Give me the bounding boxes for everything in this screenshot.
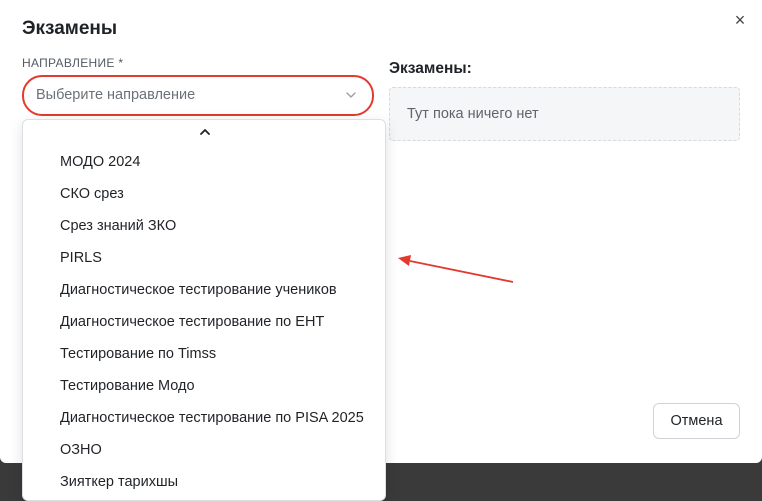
dropdown-option[interactable]: Тестирование Модо [23,370,385,402]
chevron-down-icon [346,92,356,98]
dropdown-option[interactable]: МОДО 2024 [23,146,385,178]
dropdown-option[interactable]: Диагностическое тестирование по ЕНТ [23,306,385,338]
exams-section-title: Экзамены: [389,60,472,77]
dropdown-option[interactable]: Тестирование по Timss [23,338,385,370]
dropdown-option[interactable]: PIRLS [23,242,385,274]
exams-empty-state: Тут пока ничего нет [389,87,740,141]
dropdown-option[interactable]: СКО срез [23,178,385,210]
dropdown-option[interactable]: Диагностическое тестирование по PISA 202… [23,402,385,434]
dropdown-option[interactable]: ОЗНО [23,434,385,466]
cancel-button[interactable]: Отмена [653,403,740,439]
exams-empty-text: Тут пока ничего нет [407,106,539,122]
modal-title: Экзамены [22,18,118,39]
direction-label: НАПРАВЛЕНИЕ * [22,56,124,70]
direction-select[interactable]: Выберите направление [22,75,374,116]
close-icon: × [734,10,746,30]
close-button[interactable]: × [730,10,750,30]
dropdown-option[interactable]: Срез знаний ЗКО [23,210,385,242]
direction-dropdown: МОДО 2024 СКО срез Срез знаний ЗКО PIRLS… [22,119,386,501]
chevron-up-icon[interactable] [197,126,213,138]
dropdown-option[interactable]: Диагностическое тестирование учеников [23,274,385,306]
direction-select-placeholder: Выберите направление [36,87,196,103]
dropdown-option[interactable]: Зияткер тарихшы [23,466,385,498]
dropdown-option-list: МОДО 2024 СКО срез Срез знаний ЗКО PIRLS… [23,146,385,498]
